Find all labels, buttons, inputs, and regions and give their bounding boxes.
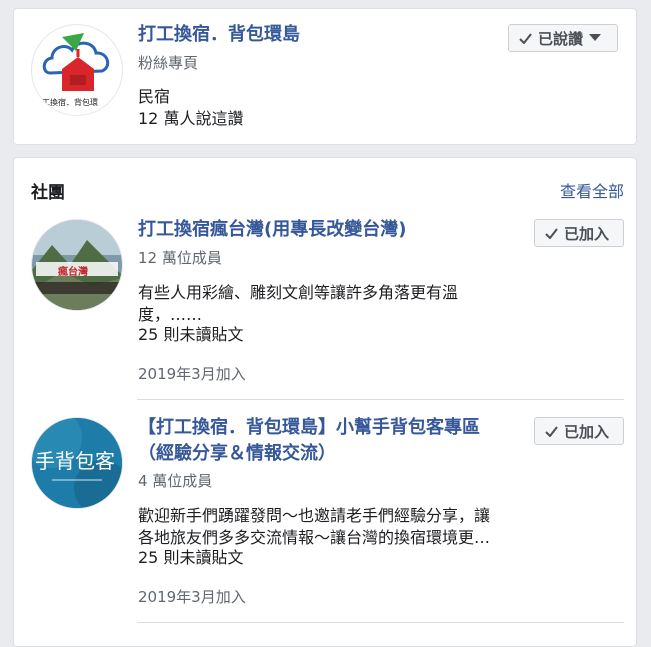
divider: [137, 622, 624, 623]
group-title-line1[interactable]: 【打工換宿．背包環島】小幫手背包客專區: [138, 416, 480, 440]
caret-down-icon: [589, 34, 602, 42]
group-unread[interactable]: 25 則未讀貼文: [138, 547, 243, 569]
liked-button[interactable]: 已說讚: [508, 24, 618, 52]
group-avatar[interactable]: 瘋台灣: [31, 219, 123, 311]
page-likes: 12 萬人說這讚: [138, 109, 244, 128]
check-icon: [545, 227, 558, 239]
check-icon: [545, 425, 558, 437]
group-description-line1: 歡迎新手們踴躍發問～也邀請老手們經驗分享，讓: [138, 506, 491, 525]
page-title[interactable]: 打工換宿．背包環島: [138, 23, 300, 47]
joined-button[interactable]: 已加入: [534, 417, 624, 445]
logo-caption: 工換宿．背包環: [42, 98, 98, 107]
group-title[interactable]: 打工換宿瘋台灣(用專長改變台灣): [138, 218, 406, 242]
divider: [137, 399, 624, 400]
see-all-link[interactable]: 查看全部: [560, 178, 624, 202]
group-joined: 2019年3月加入: [138, 365, 246, 383]
check-icon: [519, 32, 532, 44]
group-members: 12 萬位成員: [138, 249, 222, 267]
groups-card: 社團 查看全部 瘋台灣 打工換宿瘋台灣(用專長改變台灣) 12 萬位成員 有些人…: [13, 157, 637, 647]
group-description-line2: 度，……: [138, 305, 203, 324]
groups-header: 社團: [31, 183, 65, 203]
group-unread[interactable]: 25 則未讀貼文: [138, 324, 243, 346]
page-category: 民宿: [138, 87, 171, 106]
page-avatar[interactable]: 工換宿．背包環: [31, 24, 123, 116]
group-avatar[interactable]: 手背包客: [31, 417, 123, 509]
avatar-caption: 手背包客: [35, 449, 115, 473]
joined-button-label: 已加入: [564, 224, 610, 243]
group-description-line2: 各地旅友們多多交流情報～讓台灣的換宿環境更…: [138, 528, 491, 547]
page-subtitle: 粉絲專頁: [138, 54, 199, 72]
group-description-line1: 有些人用彩繪、雕刻文創等讓許多角落更有溫: [138, 283, 459, 302]
avatar-caption: 瘋台灣: [58, 267, 88, 278]
group-joined: 2019年3月加入: [138, 588, 246, 606]
page-card: 工換宿．背包環 打工換宿．背包環島 粉絲專頁 民宿 12 萬人說這讚 已說讚: [13, 8, 637, 145]
joined-button[interactable]: 已加入: [534, 219, 624, 247]
group-title-line2[interactable]: （經驗分享＆情報交流）: [138, 442, 336, 466]
joined-button-label: 已加入: [564, 422, 610, 441]
liked-button-label: 已說讚: [538, 29, 584, 48]
group-members: 4 萬位成員: [138, 472, 213, 490]
